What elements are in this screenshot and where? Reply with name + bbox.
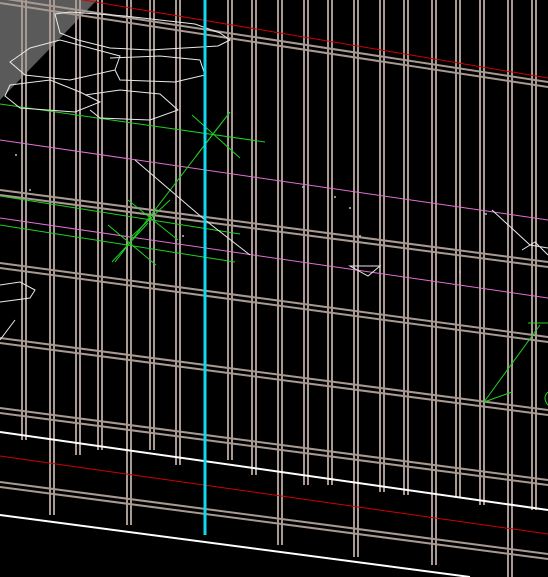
vgrid-3: [75, 0, 81, 455]
red-lines: [0, 0, 548, 535]
vgrid-12: [327, 0, 333, 485]
right-sketch: [491, 209, 548, 256]
vgrid-2: [49, 0, 55, 515]
vgrid-7: [175, 0, 181, 465]
left-shape: [0, 281, 36, 303]
drawing-canvas[interactable]: [0, 0, 548, 577]
vgrid-10: [277, 0, 283, 545]
vgrid-9: [251, 0, 257, 475]
vgrid-8: [227, 0, 233, 460]
vgrid-19: [507, 0, 513, 577]
left-diagonal: [0, 319, 16, 341]
hexagon-row-4: [4, 79, 102, 113]
vgrid-11: [303, 0, 309, 485]
white-sketch: [0, 11, 548, 341]
green-lines: [0, 103, 548, 406]
magenta-line-1: [0, 139, 548, 221]
hgrid-5: [0, 407, 548, 486]
vgrid-5: [126, 0, 132, 525]
white-lines: [0, 431, 548, 577]
horizontal-grid-lines: [0, 0, 548, 560]
hexagon-row-3: [109, 55, 206, 83]
cad-viewport[interactable]: [0, 0, 548, 577]
vgrid-6: [149, 0, 155, 450]
hgrid-2: [0, 189, 548, 268]
vgrid-13: [353, 0, 359, 557]
hgrid-6: [0, 481, 548, 560]
vgrid-16: [431, 0, 437, 565]
vertical-grid-lines: [21, 0, 537, 577]
hgrid-4: [0, 337, 548, 416]
white-line-2: [0, 514, 471, 577]
vgrid-20: [531, 0, 537, 510]
vgrid-4: [97, 0, 103, 450]
hgrid-3: [0, 262, 548, 343]
